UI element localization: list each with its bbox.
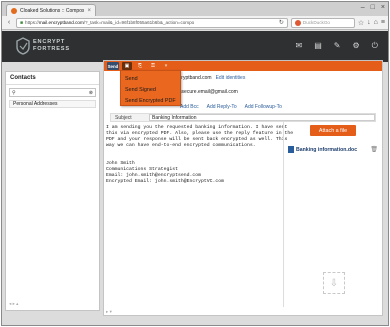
attachment-item: Banking information.doc 🗑 bbox=[288, 146, 378, 153]
more-options-icon[interactable]: ▾ bbox=[161, 62, 171, 70]
star-icon[interactable]: ☆ bbox=[358, 19, 364, 27]
edit-identities-link[interactable]: Edit identities bbox=[216, 75, 246, 81]
subject-row: Subject Banking Information bbox=[110, 113, 376, 122]
duckduckgo-icon bbox=[294, 19, 301, 26]
menu-item-send-signed[interactable]: Send Signed bbox=[121, 84, 180, 95]
menu-item-send-encrypted-pdf[interactable]: Send Encrypted PDF bbox=[121, 95, 180, 106]
address-book-item[interactable]: Personal Addresses bbox=[9, 100, 96, 108]
compose-footer-controls[interactable]: ▸ ▾ bbox=[106, 309, 112, 315]
lock-icon: ■ bbox=[20, 19, 24, 26]
to-recipient-chip[interactable]: unsecure.email@gmail.com bbox=[176, 89, 238, 95]
tab-title: Cloaked Solutions :: Compose bbox=[20, 7, 85, 14]
download-icon[interactable]: ↓ bbox=[367, 19, 371, 26]
contacts-title: Contacts bbox=[6, 72, 99, 85]
upload-drop-zone[interactable]: ⇩ bbox=[323, 272, 345, 294]
close-window-icon[interactable]: × bbox=[381, 3, 385, 13]
search-icon: ⚲ bbox=[12, 89, 16, 96]
download-arrow-icon: ⇩ bbox=[329, 277, 339, 289]
send-options-menu: Send Send Signed Send Encrypted PDF bbox=[120, 70, 181, 106]
attachment-divider bbox=[283, 121, 284, 307]
attach-file-button[interactable]: Attach a file bbox=[310, 125, 356, 136]
mail-icon[interactable]: ✉ bbox=[296, 41, 303, 51]
add-bcc-link[interactable]: Add Bcc bbox=[180, 104, 199, 110]
message-body-editor[interactable]: I am sending you the requested banking i… bbox=[106, 125, 293, 185]
subject-input[interactable]: Banking Information bbox=[149, 114, 375, 121]
encrypt-fortress-logo: ENCRYPT FORTRESS bbox=[16, 37, 70, 55]
reload-icon[interactable]: ↻ bbox=[279, 19, 284, 26]
back-icon[interactable]: ‹ bbox=[5, 19, 13, 26]
minimize-icon[interactable]: – bbox=[361, 3, 365, 13]
attachment-name: Banking information.doc bbox=[296, 146, 358, 153]
gear-icon[interactable]: ⚙ bbox=[353, 41, 360, 51]
header-icons: ✉ ▤ ✎ ⚙ ⏻ bbox=[296, 41, 378, 51]
subject-label: Subject bbox=[115, 114, 132, 121]
contacts-panel: Contacts ⚲ ⊗ Personal Addresses ◂ ▸ ▴ bbox=[5, 71, 100, 311]
shield-logo-icon bbox=[16, 37, 30, 55]
document-icon bbox=[288, 146, 294, 153]
address-bar[interactable]: ■ https://mail.encryptband.com/?_task=ma… bbox=[16, 17, 288, 28]
add-followup-to-link[interactable]: Add Followup-To bbox=[245, 104, 282, 110]
contacts-footer-controls[interactable]: ◂ ▸ ▴ bbox=[9, 301, 18, 307]
app-header: ENCRYPT FORTRESS ✉ ▤ ✎ ⚙ ⏻ bbox=[2, 31, 388, 62]
home-icon[interactable]: ⌂ bbox=[374, 19, 378, 26]
add-reply-to-link[interactable]: Add Reply-To bbox=[207, 104, 237, 110]
search-placeholder: DuckDuckGo bbox=[302, 20, 330, 25]
browser-toolbar: ‹ ■ https://mail.encryptband.com/?_task=… bbox=[2, 16, 388, 30]
close-tab-icon[interactable]: × bbox=[87, 8, 91, 14]
from-identity-select[interactable]: ncryptband.com bbox=[176, 75, 212, 81]
encrypt-lock-icon[interactable]: ⚿ bbox=[148, 62, 158, 70]
search-bar[interactable]: DuckDuckGo bbox=[290, 17, 355, 28]
save-icon[interactable]: ▣ bbox=[122, 62, 132, 70]
menu-icon[interactable]: ≡ bbox=[381, 19, 385, 26]
maximize-icon[interactable]: □ bbox=[371, 3, 375, 13]
logo-text: ENCRYPT FORTRESS bbox=[33, 39, 70, 52]
delete-attachment-icon[interactable]: 🗑 bbox=[370, 146, 378, 153]
contacts-search-input[interactable]: ⚲ ⊗ bbox=[9, 88, 96, 97]
clear-search-icon[interactable]: ⊗ bbox=[89, 90, 93, 96]
tab-strip: Cloaked Solutions :: Compose × – □ × bbox=[2, 2, 388, 16]
menu-item-send[interactable]: Send bbox=[121, 73, 180, 84]
browser-tab[interactable]: Cloaked Solutions :: Compose × bbox=[6, 4, 96, 16]
favicon-icon bbox=[11, 7, 17, 14]
url-text: https://mail.encryptband.com/?_task=mail… bbox=[25, 20, 195, 25]
contacts-icon[interactable]: ▤ bbox=[314, 41, 322, 51]
settings-wrench-icon[interactable]: ✎ bbox=[334, 41, 341, 51]
send-button[interactable]: Send bbox=[107, 62, 119, 70]
attach-icon[interactable]: ⎘ bbox=[135, 62, 145, 70]
window-controls: – □ × bbox=[361, 3, 385, 13]
logout-icon[interactable]: ⏻ bbox=[372, 41, 378, 51]
